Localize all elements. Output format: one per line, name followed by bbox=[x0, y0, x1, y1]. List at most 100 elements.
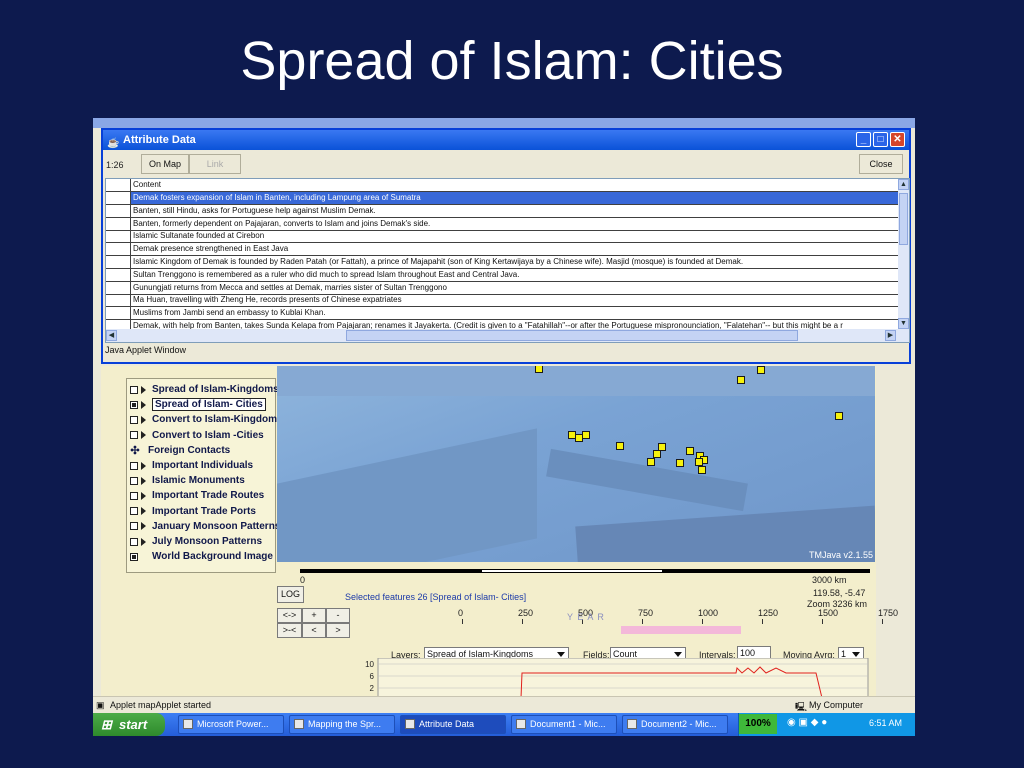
layer-checkbox[interactable] bbox=[130, 385, 138, 394]
layer-checkbox[interactable] bbox=[130, 461, 138, 470]
taskbar-item[interactable]: Microsoft Power... bbox=[178, 715, 284, 734]
scroll-right-icon[interactable]: ▶ bbox=[885, 330, 896, 341]
layer-item[interactable]: Convert to Islam-Kingdoms bbox=[130, 412, 283, 427]
table-row[interactable]: Demak fosters expansion of Islam in Bant… bbox=[106, 192, 900, 205]
expand-arrow-icon[interactable] bbox=[141, 522, 146, 531]
layer-checkbox[interactable] bbox=[130, 400, 138, 409]
layer-checkbox[interactable] bbox=[130, 522, 138, 531]
taskbar-item[interactable]: Attribute Data bbox=[400, 715, 506, 734]
step-forward-button[interactable]: > bbox=[326, 623, 350, 638]
step-back-button[interactable]: < bbox=[302, 623, 326, 638]
vertical-scroll-thumb[interactable] bbox=[899, 193, 908, 245]
taskbar-item[interactable]: Mapping the Spr... bbox=[289, 715, 395, 734]
table-row[interactable]: Islamic Kingdom of Demak is founded by R… bbox=[106, 256, 900, 269]
year-axis[interactable]: 025050075010001250150017502000 bbox=[356, 606, 898, 636]
table-row[interactable]: Sultan Trenggono is remembered as a rule… bbox=[106, 268, 900, 282]
table-cell: Demak presence strengthened in East Java bbox=[130, 243, 900, 256]
close-window-button[interactable]: ✕ bbox=[890, 132, 905, 147]
windows-taskbar: ⊞ start Microsoft Power... Mapping the Sp… bbox=[93, 713, 915, 736]
layer-item[interactable]: Important Individuals bbox=[130, 458, 253, 473]
expand-arrow-icon[interactable] bbox=[141, 537, 146, 546]
layer-item[interactable]: Important Trade Ports bbox=[130, 504, 256, 519]
move-icon: ✣ bbox=[130, 444, 140, 457]
expand-arrow-icon[interactable] bbox=[141, 431, 146, 440]
contract-time-button[interactable]: >-< bbox=[277, 623, 302, 638]
taskbar-item[interactable]: Document1 - Mic... bbox=[511, 715, 617, 734]
layer-label: Important Individuals bbox=[152, 460, 254, 471]
layer-item[interactable]: July Monsoon Patterns bbox=[130, 534, 262, 549]
map-credit: TMJava v2.1.55 bbox=[808, 550, 873, 560]
layer-checkbox[interactable] bbox=[130, 507, 138, 516]
layer-checkbox[interactable] bbox=[130, 415, 138, 424]
layer-item[interactable]: Important Trade Routes bbox=[130, 488, 264, 503]
city-marker[interactable] bbox=[757, 366, 765, 374]
expand-arrow-icon[interactable] bbox=[141, 461, 146, 470]
taskbar-item[interactable]: Document2 - Mic... bbox=[622, 715, 728, 734]
time-window-slider[interactable] bbox=[621, 626, 741, 634]
city-marker[interactable] bbox=[653, 450, 661, 458]
table-row[interactable]: Islamic Sultanate founded at Cirebon bbox=[106, 230, 900, 244]
table-cell: Banten, still Hindu, asks for Portuguese… bbox=[130, 204, 900, 217]
city-marker[interactable] bbox=[695, 458, 703, 466]
layer-item[interactable]: World Background Image bbox=[130, 549, 273, 564]
layer-item[interactable]: January Monsoon Patterns bbox=[130, 519, 280, 534]
layer-item[interactable]: Spread of Islam- Cities bbox=[130, 397, 266, 412]
layer-item[interactable]: Convert to Islam -Cities bbox=[130, 428, 264, 443]
scroll-left-icon[interactable]: ◀ bbox=[106, 330, 117, 341]
start-button[interactable]: ⊞ start bbox=[93, 713, 165, 736]
table-row[interactable]: Banten, still Hindu, asks for Portuguese… bbox=[106, 204, 900, 218]
vertical-scrollbar[interactable]: ▲ ▼ bbox=[898, 179, 909, 329]
map-view[interactable]: TMJava v2.1.55 bbox=[277, 366, 875, 562]
table-row[interactable]: Demak presence strengthened in East Java bbox=[106, 243, 900, 257]
maximize-button[interactable]: □ bbox=[873, 132, 888, 147]
year-tick-mark bbox=[462, 619, 463, 624]
city-marker[interactable] bbox=[676, 459, 684, 467]
expand-arrow-icon[interactable] bbox=[141, 507, 146, 516]
on-map-button[interactable]: On Map bbox=[141, 154, 189, 174]
layer-checkbox[interactable] bbox=[130, 537, 138, 546]
expand-arrow-icon[interactable] bbox=[141, 476, 146, 485]
layer-checkbox[interactable] bbox=[130, 476, 138, 485]
layer-label: Important Trade Ports bbox=[152, 505, 256, 517]
layer-item[interactable]: Spread of Islam-Kingdoms bbox=[130, 382, 279, 397]
city-marker[interactable] bbox=[616, 442, 624, 450]
layer-item[interactable]: ✣ Foreign Contacts bbox=[130, 443, 230, 458]
attribute-window-titlebar[interactable]: ☕ Attribute Data _ □ ✕ bbox=[103, 130, 909, 150]
scroll-down-icon[interactable]: ▼ bbox=[898, 318, 909, 329]
java-icon: ☕ bbox=[107, 138, 120, 149]
expand-arrow-icon[interactable] bbox=[141, 385, 146, 394]
table-row[interactable]: Ma Huan, travelling with Zheng He, recor… bbox=[106, 294, 900, 308]
zoom-in-time-button[interactable]: + bbox=[302, 608, 326, 623]
table-row[interactable]: Muslims from Jambi send an embassy to Ku… bbox=[106, 307, 900, 321]
city-marker[interactable] bbox=[535, 366, 543, 373]
expand-arrow-icon[interactable] bbox=[141, 400, 146, 409]
layer-item[interactable]: Islamic Monuments bbox=[130, 473, 245, 488]
horizontal-scrollbar[interactable]: ◀ ▶ bbox=[106, 329, 909, 342]
city-marker[interactable] bbox=[737, 376, 745, 384]
column-header-content[interactable]: Content bbox=[130, 179, 900, 191]
attribute-data-window: ☕ Attribute Data _ □ ✕ 1:26 On Map Link … bbox=[101, 128, 911, 364]
table-row[interactable]: Gunungjati returns from Mecca and settle… bbox=[106, 281, 900, 295]
horizontal-scroll-thumb[interactable] bbox=[346, 330, 798, 341]
link-button[interactable]: Link bbox=[189, 154, 241, 174]
minimize-button[interactable]: _ bbox=[856, 132, 871, 147]
desktop-screen: Spread of Islam-Kingdoms Spread of Islam-… bbox=[93, 118, 915, 736]
city-marker[interactable] bbox=[698, 466, 706, 474]
layer-checkbox[interactable] bbox=[130, 431, 138, 440]
log-button[interactable]: LOG bbox=[277, 586, 304, 603]
expand-time-button[interactable]: <-> bbox=[277, 608, 302, 623]
close-button[interactable]: Close bbox=[859, 154, 903, 174]
layer-checkbox[interactable] bbox=[130, 491, 138, 500]
table-cell: Ma Huan, travelling with Zheng He, recor… bbox=[130, 294, 900, 307]
city-marker[interactable] bbox=[835, 412, 843, 420]
city-marker[interactable] bbox=[582, 431, 590, 439]
expand-arrow-icon[interactable] bbox=[141, 415, 146, 424]
layer-checkbox[interactable] bbox=[130, 552, 138, 561]
table-row[interactable]: Banten, formerly dependent on Pajajaran,… bbox=[106, 217, 900, 231]
scroll-up-icon[interactable]: ▲ bbox=[898, 179, 909, 190]
city-marker[interactable] bbox=[686, 447, 694, 455]
expand-arrow-icon[interactable] bbox=[141, 491, 146, 500]
city-marker[interactable] bbox=[647, 458, 655, 466]
zoom-out-time-button[interactable]: - bbox=[326, 608, 350, 623]
table-cell: Islamic Sultanate founded at Cirebon bbox=[130, 230, 900, 243]
